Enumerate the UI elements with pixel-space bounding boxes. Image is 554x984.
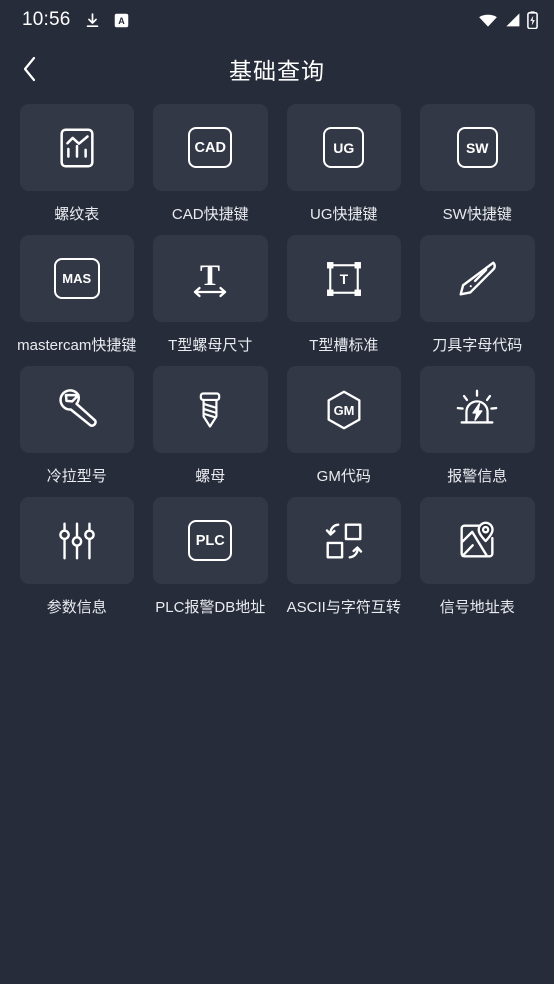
grid-item-ug-shortcuts[interactable]: UG UG快捷键 <box>277 104 411 226</box>
tile-button[interactable] <box>153 366 268 453</box>
sliders-icon <box>54 518 100 564</box>
grid-item-signal-address-table[interactable]: 信号地址表 <box>411 497 545 619</box>
tile-button[interactable]: SW <box>420 104 535 191</box>
status-bar-right <box>478 11 538 29</box>
a-badge-icon: A <box>114 13 129 28</box>
grid-item-t-slot-standard[interactable]: T T型槽标准 <box>277 235 411 357</box>
grid-item-plc-alarm-db-address[interactable]: PLC PLC报警DB地址 <box>144 497 278 619</box>
battery-charging-icon <box>527 11 538 29</box>
svg-text:T: T <box>200 259 220 292</box>
sw-badge-icon: SW <box>456 127 498 168</box>
tile-button[interactable]: MAS <box>19 235 134 322</box>
tile-label: 信号地址表 <box>439 599 515 616</box>
tile-label: ASCII与字符互转 <box>286 599 401 616</box>
cad-badge-icon: CAD <box>188 127 233 168</box>
wifi-icon <box>478 12 498 28</box>
map-pin-icon <box>454 518 500 564</box>
chevron-left-icon <box>18 54 42 84</box>
tile-label: mastercam快捷键 <box>17 337 137 354</box>
tile-button[interactable]: UG <box>286 104 401 191</box>
ascii-swap-icon <box>321 518 367 564</box>
grid-item-nut[interactable]: 螺母 <box>144 366 278 488</box>
mastercam-badge-icon: MAS <box>53 258 100 299</box>
tile-label: CAD快捷键 <box>171 206 249 223</box>
tile-button[interactable]: GM <box>286 366 401 453</box>
cutter-blade-icon <box>454 256 500 302</box>
grid-item-t-nut-dimension[interactable]: T T型螺母尺寸 <box>144 235 278 357</box>
tile-button[interactable] <box>286 497 401 584</box>
svg-text:A: A <box>118 15 125 25</box>
status-bar: 10:56 A <box>0 0 554 40</box>
page-title: 基础查询 <box>229 58 325 84</box>
alarm-siren-icon <box>454 387 500 433</box>
tile-button[interactable] <box>19 497 134 584</box>
tile-button[interactable] <box>420 497 535 584</box>
t-nut-dimension-icon: T <box>186 255 234 303</box>
grid-item-sw-shortcuts[interactable]: SW SW快捷键 <box>411 104 545 226</box>
tile-label: 冷拉型号 <box>46 468 107 485</box>
tile-button[interactable]: PLC <box>153 497 268 584</box>
cellular-signal-icon <box>504 12 521 28</box>
grid-item-parameter-info[interactable]: 参数信息 <box>10 497 144 619</box>
tile-button[interactable] <box>420 366 535 453</box>
tile-label: T型槽标准 <box>309 337 379 354</box>
wrench-icon <box>54 387 100 433</box>
tile-button[interactable]: T <box>286 235 401 322</box>
grid-item-ascii-char-converter[interactable]: ASCII与字符互转 <box>277 497 411 619</box>
tile-label: UG快捷键 <box>309 206 378 223</box>
tile-button[interactable]: T <box>153 235 268 322</box>
status-bar-left: 10:56 A <box>22 9 129 31</box>
download-icon <box>84 12 101 29</box>
title-bar: 基础查询 <box>0 40 554 98</box>
tile-label: SW快捷键 <box>442 206 512 223</box>
grid-item-gm-code[interactable]: GM GM代码 <box>277 366 411 488</box>
screw-icon <box>188 388 232 432</box>
grid-item-thread-chart[interactable]: 螺纹表 <box>10 104 144 226</box>
app-screen: 10:56 A 基础查询 螺纹表 CAD CAD快捷键 UG UG快捷键 SW … <box>0 0 554 984</box>
plc-badge-icon: PLC <box>188 520 233 561</box>
grid-item-mastercam-shortcuts[interactable]: MAS mastercam快捷键 <box>10 235 144 357</box>
tile-label: T型螺母尺寸 <box>168 337 253 354</box>
tile-button[interactable] <box>19 104 134 191</box>
tile-label: PLC报警DB地址 <box>155 599 266 616</box>
tile-label: 螺纹表 <box>54 206 100 223</box>
tile-label: 参数信息 <box>46 599 107 616</box>
feature-grid: 螺纹表 CAD CAD快捷键 UG UG快捷键 SW SW快捷键 MAS mas… <box>0 98 554 628</box>
thread-chart-icon <box>54 125 100 171</box>
tile-button[interactable]: CAD <box>153 104 268 191</box>
back-button[interactable] <box>10 49 50 89</box>
grid-item-cold-drawn-model[interactable]: 冷拉型号 <box>10 366 144 488</box>
status-time: 10:56 <box>22 9 71 30</box>
t-slot-standard-icon: T <box>322 257 366 301</box>
tile-label: GM代码 <box>316 468 371 485</box>
grid-item-cad-shortcuts[interactable]: CAD CAD快捷键 <box>144 104 278 226</box>
tile-button[interactable] <box>420 235 535 322</box>
grid-item-alarm-info[interactable]: 报警信息 <box>411 366 545 488</box>
gm-hexagon-icon: GM <box>321 387 367 433</box>
svg-text:T: T <box>340 272 349 287</box>
tile-label: 螺母 <box>195 468 226 485</box>
ug-badge-icon: UG <box>323 127 365 168</box>
tile-label: 刀具字母代码 <box>432 337 523 354</box>
svg-text:GM: GM <box>333 402 354 417</box>
tile-button[interactable] <box>19 366 134 453</box>
tile-label: 报警信息 <box>447 468 508 485</box>
grid-item-cutter-letter-code[interactable]: 刀具字母代码 <box>411 235 545 357</box>
